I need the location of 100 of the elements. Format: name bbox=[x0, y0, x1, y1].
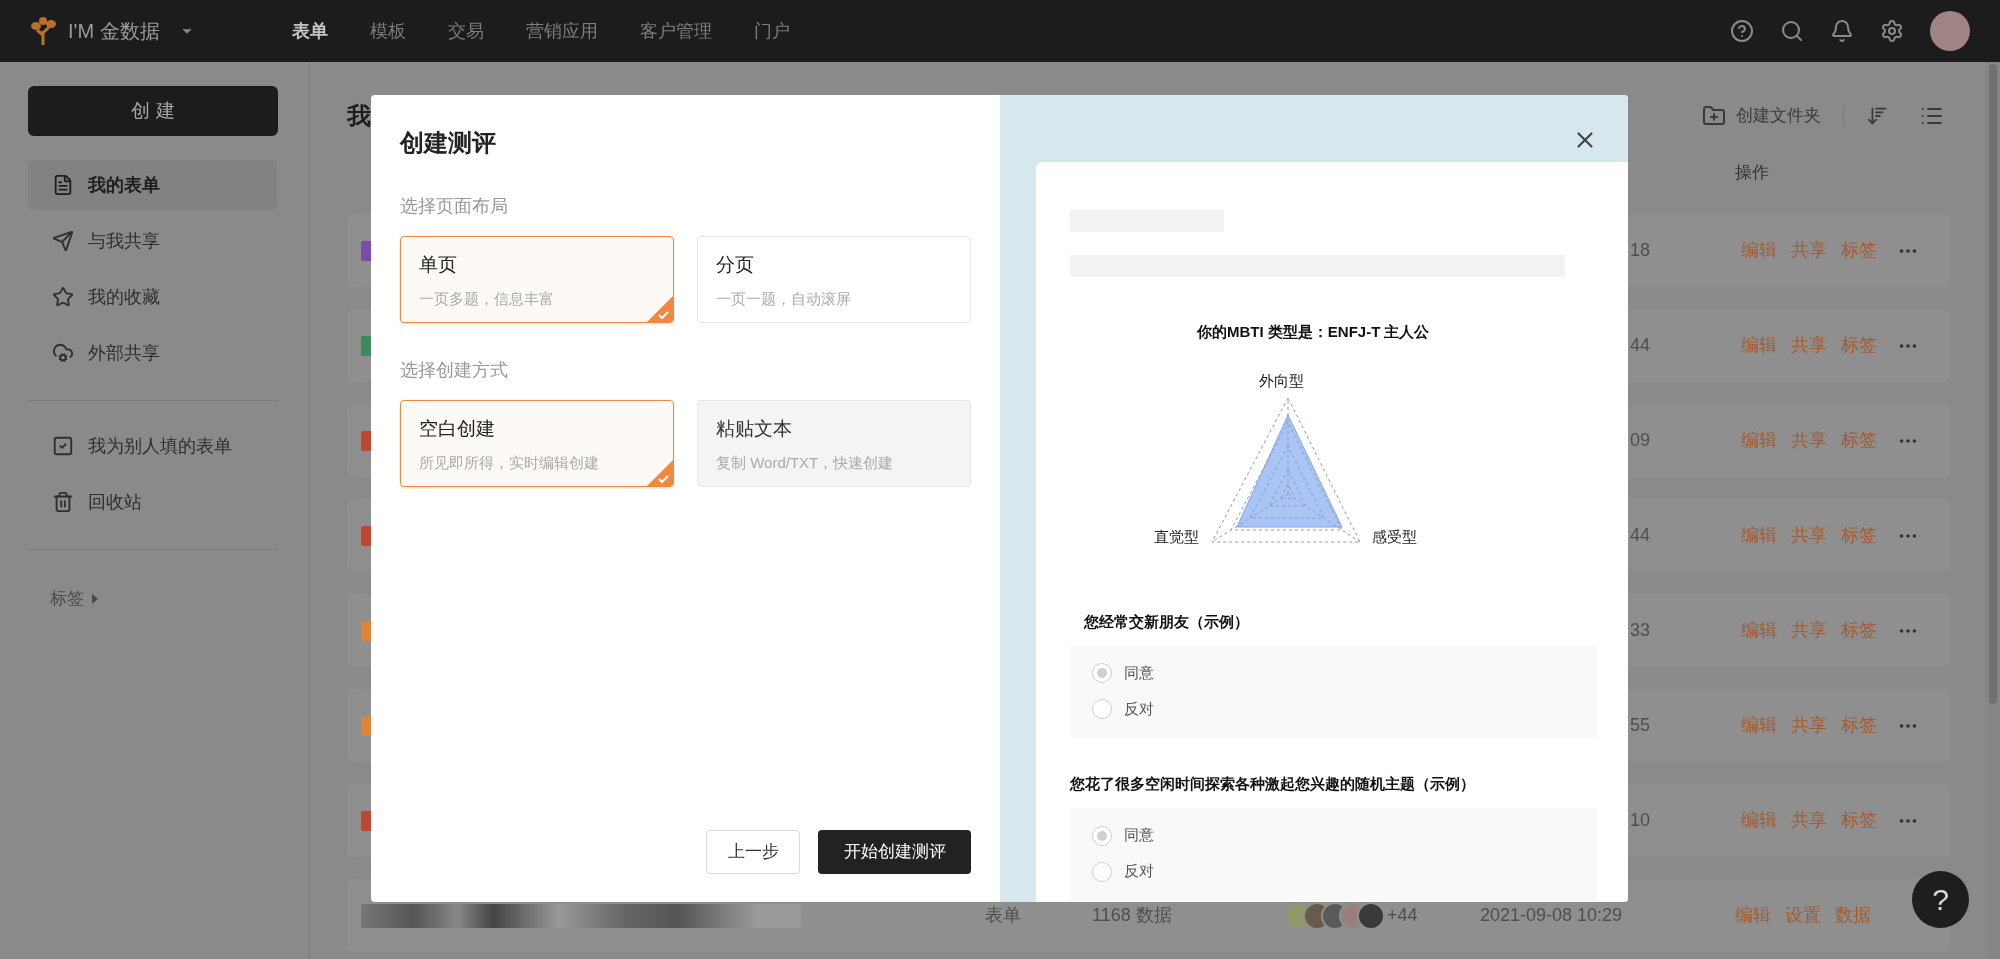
action-link[interactable]: 标签 bbox=[1841, 237, 1877, 264]
result-title: 你的MBTI 类型是：ENFJ-T 主人公 bbox=[1197, 322, 1431, 342]
brand-name[interactable]: I'M 金数据 bbox=[68, 16, 160, 46]
option-card[interactable]: 分页 一页一题，自动滚屏 bbox=[697, 236, 971, 323]
help-button[interactable]: ? bbox=[1912, 871, 1969, 928]
action-link[interactable]: 共享 bbox=[1791, 427, 1827, 454]
avatar[interactable] bbox=[1930, 11, 1970, 51]
column-header: 操作 bbox=[1735, 162, 1769, 185]
radio-label: 反对 bbox=[1124, 698, 1154, 719]
section-label: 选择页面布局 bbox=[400, 196, 508, 216]
star-icon bbox=[52, 286, 74, 308]
action-link[interactable]: 编辑 bbox=[1741, 807, 1777, 834]
option-title: 单页 bbox=[419, 253, 458, 277]
action-link[interactable]: 编辑 bbox=[1741, 522, 1777, 549]
help-icon[interactable] bbox=[1730, 19, 1754, 43]
action-link[interactable]: 编辑 bbox=[1741, 237, 1777, 264]
action-link[interactable]: 共享 bbox=[1791, 712, 1827, 739]
sort-icon[interactable] bbox=[1866, 105, 1888, 127]
sidebar-item[interactable]: 我为别人填的表单 bbox=[28, 421, 277, 471]
option-title: 分页 bbox=[716, 253, 755, 277]
start-button[interactable]: 开始创建测评 bbox=[818, 830, 971, 874]
updated-time: 18 bbox=[1630, 239, 1652, 262]
sidebar-item[interactable]: 外部共享 bbox=[28, 328, 277, 378]
radio-label: 反对 bbox=[1124, 861, 1154, 882]
nav-tab[interactable]: 营销应用 bbox=[526, 17, 598, 45]
nav-tab[interactable]: 表单 bbox=[292, 17, 328, 45]
action-link[interactable]: 标签 bbox=[1841, 617, 1877, 644]
tags-label[interactable]: 标签 bbox=[50, 586, 84, 612]
radio-label: 同意 bbox=[1124, 662, 1154, 683]
cloud-icon bbox=[52, 342, 74, 364]
trash-icon bbox=[52, 491, 74, 513]
nav-tab[interactable]: 交易 bbox=[448, 17, 484, 45]
action-link[interactable]: 编辑 bbox=[1741, 427, 1777, 454]
settings-icon[interactable] bbox=[1880, 19, 1904, 43]
radio-button[interactable] bbox=[1092, 861, 1112, 882]
radio-button[interactable] bbox=[1092, 699, 1112, 719]
option-description: 一页多题，信息丰富 bbox=[419, 288, 554, 309]
sidebar-item[interactable]: 与我共享 bbox=[28, 216, 277, 266]
sidebar-item[interactable]: 我的表单 bbox=[28, 160, 277, 210]
action-link[interactable]: 标签 bbox=[1841, 712, 1877, 739]
updated-time: 33 bbox=[1630, 619, 1652, 642]
radio-button[interactable] bbox=[1092, 825, 1112, 846]
checkbox-icon bbox=[52, 435, 74, 457]
option-description: 所见即所得，实时编辑创建 bbox=[419, 452, 599, 473]
create-button[interactable]: 创 建 bbox=[28, 86, 278, 136]
axis-label: 外向型 bbox=[1258, 370, 1304, 391]
action-link[interactable]: 共享 bbox=[1791, 617, 1827, 644]
sidebar-item[interactable]: 我的收藏 bbox=[28, 272, 277, 322]
updated-time: 44 bbox=[1630, 524, 1652, 547]
selected-check-icon bbox=[647, 296, 673, 322]
option-title: 粘贴文本 bbox=[716, 417, 793, 441]
axis-label: 感受型 bbox=[1371, 526, 1417, 547]
option-description: 一页一题，自动滚屏 bbox=[716, 288, 851, 309]
action-link[interactable]: 共享 bbox=[1791, 807, 1827, 834]
form-type: 表单 bbox=[985, 904, 1022, 927]
action-link[interactable]: 编辑 bbox=[1741, 332, 1777, 359]
question-text: 您花了很多空闲时间探索各种激起您兴趣的随机主题（示例） bbox=[1070, 774, 1476, 794]
action-link[interactable]: 共享 bbox=[1791, 522, 1827, 549]
action-link[interactable]: 标签 bbox=[1841, 522, 1877, 549]
action-link[interactable]: 共享 bbox=[1791, 237, 1827, 264]
radio-button[interactable] bbox=[1092, 663, 1112, 683]
page-heading: 我 bbox=[347, 101, 371, 131]
member-count: +44 bbox=[1387, 904, 1418, 927]
action-link[interactable]: 编辑 bbox=[1735, 902, 1771, 929]
updated-time: 09 bbox=[1630, 429, 1652, 452]
data-count: 1168 数据 bbox=[1092, 904, 1173, 927]
nav-tab[interactable]: 模板 bbox=[370, 17, 406, 45]
action-link[interactable]: 标签 bbox=[1841, 332, 1877, 359]
paper-plane-icon bbox=[52, 230, 74, 252]
nav-tab[interactable]: 门户 bbox=[754, 17, 790, 45]
bell-icon[interactable] bbox=[1830, 19, 1854, 43]
radio-label: 同意 bbox=[1124, 825, 1154, 846]
expand-icon[interactable] bbox=[92, 593, 98, 604]
action-link[interactable]: 编辑 bbox=[1741, 617, 1777, 644]
updated-time: 2021-09-08 10:29 bbox=[1480, 904, 1624, 927]
section-label: 选择创建方式 bbox=[400, 360, 508, 380]
axis-label: 直觉型 bbox=[1153, 526, 1199, 547]
option-card[interactable]: 空白创建 所见即所得，实时编辑创建 bbox=[400, 400, 674, 487]
action-link[interactable]: 标签 bbox=[1841, 427, 1877, 454]
option-card[interactable]: 单页 一页多题，信息丰富 bbox=[400, 236, 674, 323]
action-link[interactable]: 标签 bbox=[1841, 807, 1877, 834]
new-folder-link[interactable]: 创建文件夹 bbox=[1736, 103, 1821, 129]
updated-time: 55 bbox=[1630, 714, 1652, 737]
search-icon[interactable] bbox=[1780, 19, 1804, 43]
updated-time: 44 bbox=[1630, 334, 1652, 357]
action-link[interactable]: 数据 bbox=[1835, 902, 1871, 929]
member-avatar bbox=[1357, 901, 1385, 930]
nav-tab[interactable]: 客户管理 bbox=[640, 17, 712, 45]
action-link[interactable]: 编辑 bbox=[1741, 712, 1777, 739]
option-description: 复制 Word/TXT，快速创建 bbox=[716, 452, 894, 473]
action-link[interactable]: 共享 bbox=[1791, 332, 1827, 359]
updated-time: 10 bbox=[1630, 809, 1652, 832]
dialog-title: 创建测评 bbox=[400, 128, 497, 158]
action-link[interactable]: 设置 bbox=[1785, 902, 1821, 929]
selected-check-icon bbox=[647, 460, 673, 486]
sidebar-item[interactable]: 回收站 bbox=[28, 477, 277, 527]
option-title: 空白创建 bbox=[419, 417, 496, 441]
question-text: 您经常交新朋友（示例） bbox=[1084, 611, 1250, 632]
folder-plus-icon[interactable] bbox=[1702, 104, 1726, 128]
back-button[interactable]: 上一步 bbox=[706, 830, 800, 874]
